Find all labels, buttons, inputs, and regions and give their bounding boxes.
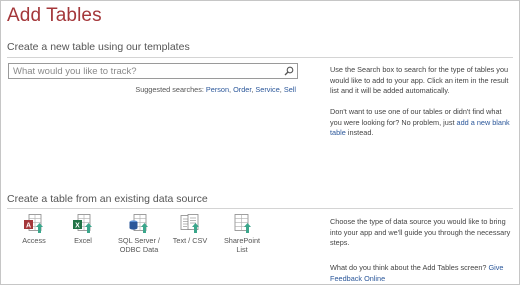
- source-text-csv-button[interactable]: Text / CSV: [170, 214, 210, 245]
- templates-section-heading: Create a new table using our templates: [7, 41, 190, 53]
- source-sql-server-button[interactable]: SQL Server / ODBC Data: [113, 214, 165, 254]
- blank-table-text-end: instead.: [345, 128, 374, 137]
- datasource-divider: [7, 208, 513, 209]
- blank-table-help: Don't want to use one of our tables or d…: [330, 107, 513, 139]
- source-excel-button[interactable]: X Excel: [67, 214, 99, 245]
- feedback-text: What do you think about the Add Tables s…: [330, 263, 489, 272]
- sharepoint-icon: [234, 214, 251, 233]
- source-sharepoint-button[interactable]: SharePoint List: [220, 214, 264, 254]
- source-text-csv-label: Text / CSV: [172, 236, 208, 245]
- source-access-button[interactable]: A Access: [17, 214, 51, 245]
- suggestion-person-link[interactable]: Person: [206, 85, 229, 94]
- suggestion-service-link[interactable]: Service: [255, 85, 279, 94]
- source-sql-server-label: SQL Server / ODBC Data: [118, 236, 160, 254]
- search-help-text: Use the Search box to search for the typ…: [330, 65, 509, 95]
- datasource-help-text: Choose the type of data source you would…: [330, 217, 511, 247]
- template-search-box: [8, 63, 298, 79]
- access-icon: A: [24, 214, 43, 233]
- suggestion-order-link[interactable]: Order: [233, 85, 251, 94]
- text-csv-icon: [180, 214, 199, 233]
- source-excel-label: Excel: [74, 236, 92, 245]
- template-search-input[interactable]: [9, 64, 283, 78]
- feedback-help: What do you think about the Add Tables s…: [330, 263, 515, 284]
- search-icon[interactable]: [282, 64, 296, 78]
- datasource-section-heading: Create a table from an existing data sou…: [7, 193, 208, 205]
- source-access-label: Access: [22, 236, 46, 245]
- excel-icon: X: [73, 214, 92, 233]
- sql-server-icon: [129, 214, 148, 233]
- svg-text:X: X: [75, 222, 80, 229]
- svg-text:A: A: [26, 222, 31, 229]
- suggested-searches: Suggested searches: Person, Order, Servi…: [135, 85, 296, 94]
- suggestion-sell-link[interactable]: Sell: [284, 85, 296, 94]
- add-tables-pane: Add Tables Create a new table using our …: [0, 0, 520, 285]
- page-title: Add Tables: [7, 5, 102, 26]
- source-sharepoint-label: SharePoint List: [223, 236, 261, 254]
- suggested-searches-label: Suggested searches:: [135, 85, 206, 94]
- templates-divider: [7, 57, 513, 58]
